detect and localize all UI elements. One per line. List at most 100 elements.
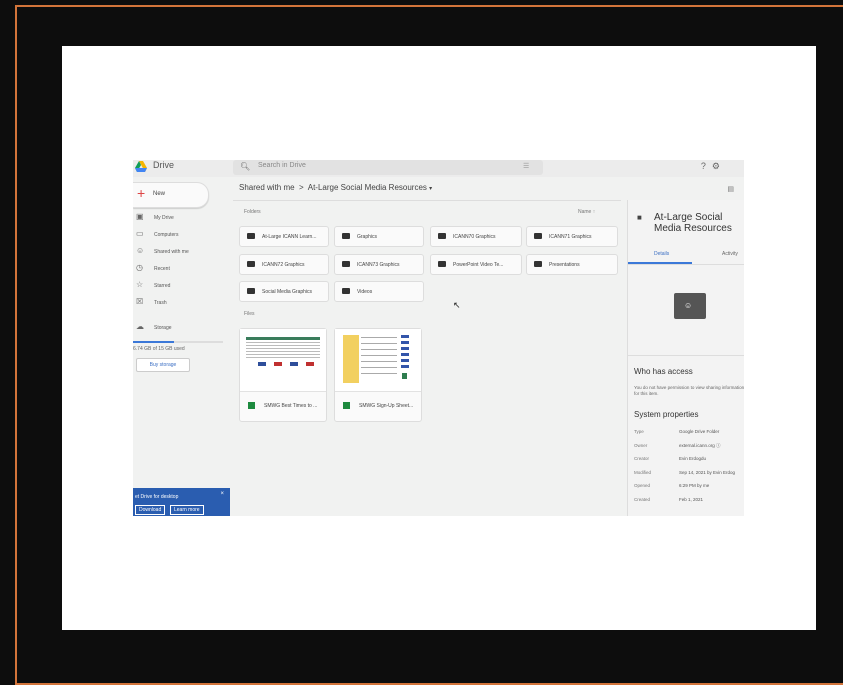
chevron-down-icon[interactable]: ▾: [429, 186, 432, 192]
property-key: Type: [634, 429, 644, 434]
my-drive-icon: ▣: [136, 212, 144, 221]
sidebar-item-shared-with-me[interactable]: ☺ Shared with me: [133, 244, 228, 261]
folder-icon: [247, 261, 255, 267]
folder-item[interactable]: At-Large ICANN Learn...: [239, 226, 329, 247]
storage-bar-fill: [133, 341, 174, 343]
property-key: Owner: [634, 442, 648, 448]
new-button-label: New: [153, 191, 166, 197]
folder-name: Presentations: [549, 262, 580, 268]
folder-icon: [534, 261, 542, 267]
divider: [628, 355, 744, 356]
storage-bar: [133, 341, 223, 343]
sidebar-item-trash[interactable]: ☒ Trash: [133, 295, 228, 312]
folder-item[interactable]: Social Media Graphics: [239, 281, 329, 302]
storage-label: Storage: [154, 325, 172, 331]
property-value: Sep 14, 2021 by Evin Erdog: [679, 469, 736, 475]
folder-name: ICANN71 Graphics: [549, 234, 592, 240]
sheets-icon: [343, 402, 350, 409]
folder-item[interactable]: Videos: [334, 281, 424, 302]
sidebar-item-label: Trash: [154, 300, 167, 306]
property-key: Opened: [634, 483, 651, 488]
property-value: Evin Erdogdu: [679, 456, 707, 461]
sidebar-nav: ▣ My Drive ▭ Computers ☺ Shared with me ◷ Recen…: [133, 210, 228, 312]
shared-folder-icon: ■: [637, 213, 642, 222]
details-title-line2: Media Resources: [654, 223, 732, 234]
folder-item[interactable]: Graphics: [334, 226, 424, 247]
property-value: 6:29 PM by me: [679, 483, 710, 488]
property-key: Modified: [634, 469, 652, 475]
help-icon[interactable]: ?: [701, 161, 712, 171]
sidebar-item-computers[interactable]: ▭ Computers: [133, 227, 228, 244]
file-card[interactable]: SMWG Best Times to ...: [239, 328, 327, 422]
folder-name: ICANN72 Graphics: [262, 262, 305, 268]
promo-title: et Drive for desktop: [135, 494, 179, 500]
sidebar-item-storage[interactable]: ☁ Storage: [133, 320, 228, 337]
close-icon[interactable]: ×: [220, 491, 224, 497]
shared-folder-preview-icon: ☺: [674, 293, 706, 319]
sidebar-item-my-drive[interactable]: ▣ My Drive: [133, 210, 228, 227]
folder-icon: [247, 233, 255, 239]
file-thumbnail: [335, 329, 421, 392]
folder-icon: [342, 288, 350, 294]
folder-icon: [342, 261, 350, 267]
desktop-promo: et Drive for desktop × Download Learn mo…: [133, 488, 230, 516]
folder-name: PowerPoint Video Te...: [453, 262, 504, 268]
tab-activity[interactable]: Activity: [722, 251, 738, 257]
property-key: Created: [634, 496, 651, 502]
property-key: Creator: [634, 456, 650, 461]
file-name: SMWG Sign-Up Sheet...: [359, 403, 414, 409]
settings-icon[interactable]: ⚙: [712, 161, 726, 171]
sidebar-item-recent[interactable]: ◷ Recent: [133, 261, 228, 278]
drive-screen: Drive 🔍︎ Search in Drive ☰ ?⚙ + New ▣ My …: [133, 160, 744, 516]
download-button[interactable]: Download: [135, 505, 166, 515]
sidebar-item-starred[interactable]: ☆ Starred: [133, 278, 228, 295]
folder-item[interactable]: PowerPoint Video Te...: [430, 254, 522, 275]
new-button[interactable]: + New: [133, 182, 209, 208]
learn-more-button[interactable]: Learn more: [170, 505, 204, 515]
folder-item[interactable]: ICANN73 Graphics: [334, 254, 424, 275]
who-has-access-heading: Who has access: [634, 367, 693, 376]
file-name: SMWG Best Times to ...: [264, 403, 318, 409]
folder-name: Graphics: [357, 234, 378, 240]
details-title-line1: At-Large Social: [654, 212, 723, 223]
folder-name: ICANN70 Graphics: [453, 234, 496, 240]
search-icon: 🔍︎: [240, 162, 251, 171]
breadcrumb-separator: >: [299, 183, 304, 192]
details-panel: ■ At-Large Social Media Resources Detail…: [627, 200, 744, 516]
folder-icon: [342, 233, 350, 239]
folder-item[interactable]: Presentations: [526, 254, 618, 275]
top-bar: Drive 🔍︎ Search in Drive ☰ ?⚙: [133, 160, 744, 177]
top-icons: ?⚙: [701, 161, 726, 172]
property-value: external.icann.org ⓘ: [679, 442, 721, 448]
brand-name: Drive: [153, 160, 175, 170]
breadcrumb-root[interactable]: Shared with me: [239, 183, 295, 192]
sidebar-item-label: Shared with me: [154, 249, 189, 255]
folder-name: Social Media Graphics: [262, 289, 313, 295]
breadcrumb-current[interactable]: At-Large Social Media Resources: [308, 183, 427, 192]
folder-icon: [438, 261, 446, 267]
folder-item[interactable]: ICANN72 Graphics: [239, 254, 329, 275]
breadcrumb: Shared with me > At-Large Social Media R…: [239, 183, 432, 192]
property-value: Google Drive Folder: [679, 429, 720, 434]
sidebar-item-label: My Drive: [154, 215, 174, 221]
property-value: Feb 1, 2021: [679, 496, 704, 502]
file-thumbnail: [240, 329, 326, 392]
shared-icon: ☺: [136, 246, 145, 255]
details-panel-icon[interactable]: ▤: [727, 185, 734, 193]
tab-details[interactable]: Details: [654, 251, 669, 257]
folder-name: ICANN73 Graphics: [357, 262, 400, 268]
folder-item[interactable]: ICANN70 Graphics: [430, 226, 522, 247]
folder-item[interactable]: ICANN71 Graphics: [526, 226, 618, 247]
trash-icon: ☒: [136, 297, 144, 306]
sidebar-item-label: Starred: [154, 283, 171, 289]
folder-icon: [247, 288, 255, 294]
no-permission-text: You do not have permission to view shari…: [634, 385, 744, 396]
folders-label: Folders: [244, 209, 261, 215]
clock-icon: ◷: [136, 263, 143, 272]
sidebar-item-label: Computers: [154, 232, 179, 238]
search-input[interactable]: 🔍︎ Search in Drive ☰: [233, 160, 543, 175]
filter-icon[interactable]: ☰: [523, 162, 529, 170]
buy-storage-button[interactable]: Buy storage: [136, 358, 190, 372]
file-card[interactable]: SMWG Sign-Up Sheet...: [334, 328, 422, 422]
sort-by-name[interactable]: Name ↑: [578, 209, 595, 215]
